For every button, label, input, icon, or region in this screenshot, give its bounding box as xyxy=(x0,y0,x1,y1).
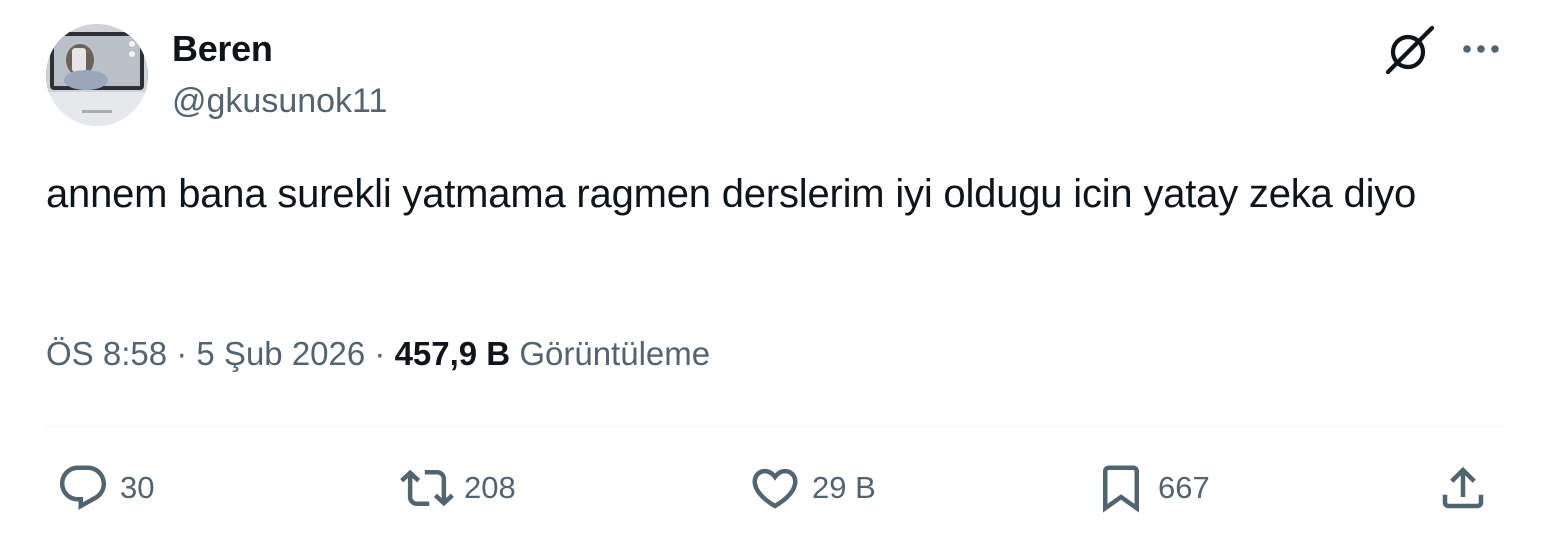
meta-separator: · xyxy=(365,335,395,372)
avatar[interactable] xyxy=(46,24,148,126)
heart-icon xyxy=(748,461,802,515)
share-icon xyxy=(1436,461,1490,515)
reply-icon xyxy=(56,461,110,515)
tweet-text: annem bana surekli yatmama ragmen dersle… xyxy=(46,172,1417,216)
author-name[interactable]: Beren xyxy=(172,28,273,70)
bookmark-button[interactable]: 667 xyxy=(1094,460,1210,516)
more-icon[interactable] xyxy=(1458,30,1504,70)
bookmark-icon xyxy=(1094,461,1148,515)
avatar-image xyxy=(46,24,148,126)
reply-count: 30 xyxy=(120,470,155,505)
bookmark-count: 667 xyxy=(1158,470,1210,505)
share-button[interactable] xyxy=(1436,460,1490,516)
tweet-time[interactable]: ÖS 8:58 xyxy=(46,335,167,372)
tweet-date[interactable]: 5 Şub 2026 xyxy=(196,335,365,372)
tweet-meta: ÖS 8:58 · 5 Şub 2026 · 457,9 B Görüntüle… xyxy=(46,330,710,378)
divider xyxy=(46,426,1504,427)
retweet-icon xyxy=(400,461,454,515)
views-label: Görüntüleme xyxy=(519,335,711,372)
like-count: 29 B xyxy=(812,470,876,505)
retweet-button[interactable]: 208 xyxy=(400,460,516,516)
tweet-card: Beren @gkusunok11 annem bana surekli yat… xyxy=(0,0,1552,536)
meta-separator: · xyxy=(167,335,197,372)
retweet-count: 208 xyxy=(464,470,516,505)
reply-button[interactable]: 30 xyxy=(56,460,154,516)
views-count: 457,9 B xyxy=(394,335,511,372)
author-handle[interactable]: @gkusunok11 xyxy=(172,80,387,122)
grok-icon[interactable] xyxy=(1384,24,1436,76)
like-button[interactable]: 29 B xyxy=(748,460,876,516)
